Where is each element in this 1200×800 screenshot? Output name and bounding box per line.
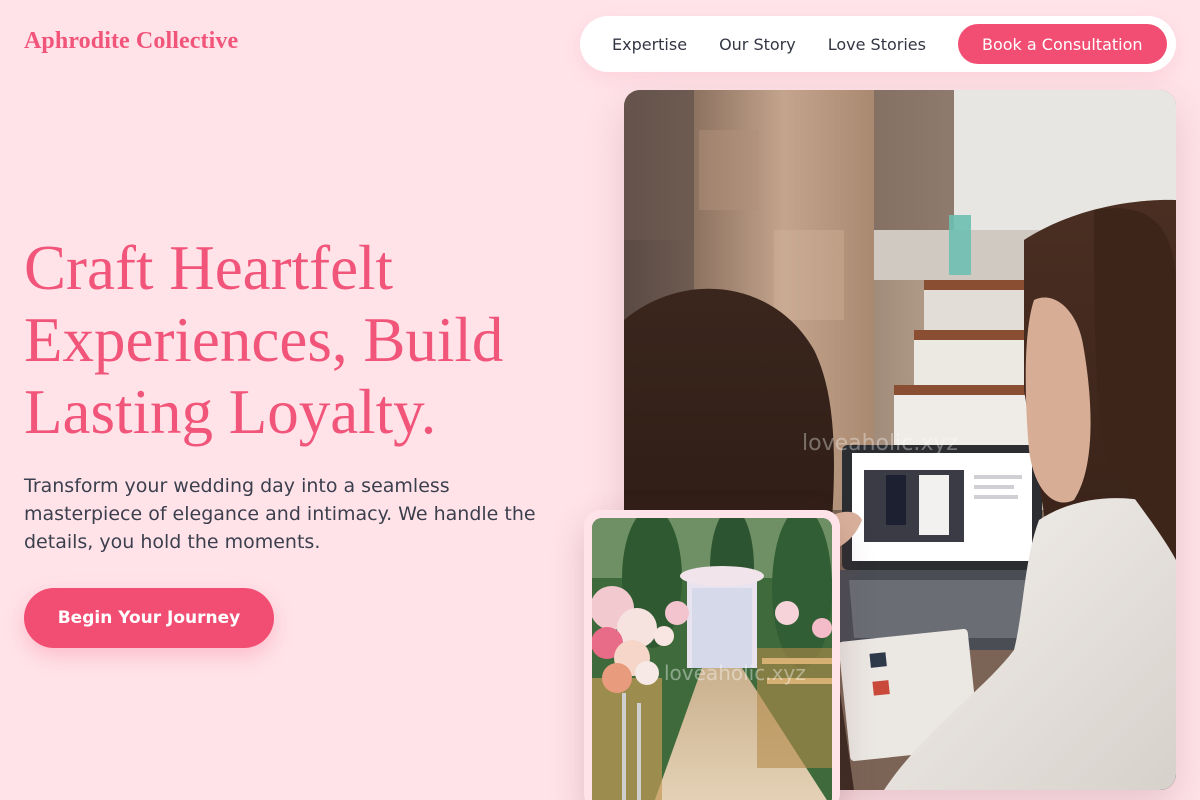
nav-item-our-story[interactable]: Our Story xyxy=(719,35,796,54)
brand-logo[interactable]: Aphrodite Collective xyxy=(24,28,238,55)
inset-watermark: loveaholic.xyz xyxy=(664,661,806,685)
main-nav: Expertise Our Story Love Stories Book a … xyxy=(580,16,1176,72)
wedding-aisle-photo-art: loveaholic.xyz xyxy=(592,518,832,800)
nav-item-love-stories[interactable]: Love Stories xyxy=(828,35,926,54)
main-watermark: loveaholic.xyz xyxy=(802,431,958,456)
book-consultation-button[interactable]: Book a Consultation xyxy=(957,24,1167,64)
wedding-aisle-photo: loveaholic.xyz xyxy=(584,510,840,800)
hero-title: Craft Heartfelt Experiences, Build Lasti… xyxy=(24,233,504,447)
hero-subtitle: Transform your wedding day into a seamle… xyxy=(24,475,536,553)
nav-item-expertise[interactable]: Expertise xyxy=(612,35,687,54)
begin-journey-button[interactable]: Begin Your Journey xyxy=(24,588,274,648)
landing-page: Aphrodite Collective Expertise Our Story… xyxy=(0,0,1200,800)
